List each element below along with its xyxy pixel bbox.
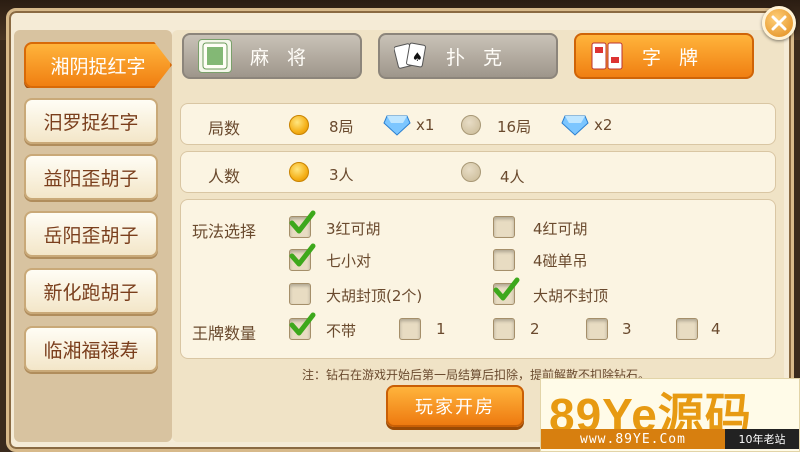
checkmark-icon (289, 210, 316, 234)
king-3-checkbox[interactable] (586, 318, 608, 340)
mahjong-tile-icon (198, 39, 232, 73)
rules-label: 玩法选择 (192, 222, 257, 241)
tab-poker-label: 扑克 (446, 46, 521, 69)
tab-zipai-label: 字牌 (642, 46, 717, 69)
rule-4hong-text: 4红可胡 (533, 220, 588, 238)
king-3-text: 3 (622, 320, 632, 338)
players-4-text: 4人 (500, 168, 525, 186)
tab-mahjong-label: 麻将 (250, 46, 325, 69)
rounds-16-radio[interactable] (461, 115, 481, 135)
diamond-icon (561, 115, 589, 136)
rule-3hong-checkbox[interactable] (289, 210, 316, 238)
rounds-label: 局数 (208, 119, 241, 138)
checkmark-icon (289, 312, 316, 336)
tab-zipai[interactable]: 字牌 (574, 33, 754, 79)
create-room-button[interactable]: 玩家开房 (386, 385, 524, 427)
players-4-radio[interactable] (461, 162, 481, 182)
tab-poker[interactable]: ♠ 扑克 (378, 33, 558, 79)
rule-4hong-checkbox[interactable] (493, 216, 515, 238)
players-label: 人数 (208, 167, 241, 186)
king-cards-label: 王牌数量 (192, 324, 257, 343)
watermark-url: www.89YE.Com (541, 429, 725, 449)
rule-4peng-checkbox[interactable] (493, 249, 515, 271)
players-3-radio[interactable] (289, 162, 309, 182)
diamond-icon (383, 115, 411, 136)
king-1-text: 1 (436, 320, 446, 338)
rounds-8-text: 8局 (329, 118, 354, 136)
rule-qixiaodui-text: 七小对 (326, 252, 372, 270)
close-button[interactable] (762, 6, 796, 40)
sidebar-item-miluo[interactable]: 汨罗捉红字 (24, 98, 158, 144)
sidebar-item-xiangyin[interactable]: 湘阴捉红字 (24, 42, 172, 88)
rule-3hong-text: 3红可胡 (326, 220, 381, 238)
rule-qixiaodui-checkbox[interactable] (289, 243, 316, 271)
rounds-16-cost: x2 (594, 116, 613, 134)
rule-4peng-text: 4碰单吊 (533, 252, 588, 270)
sidebar-item-xinhua[interactable]: 新化跑胡子 (24, 268, 158, 314)
rounds-8-radio[interactable] (289, 115, 309, 135)
king-none-checkbox[interactable] (289, 312, 316, 340)
zipai-cards-icon (590, 39, 624, 73)
watermark-tag: 10年老站 (725, 429, 799, 449)
checkmark-icon (289, 243, 316, 267)
sidebar-item-yiyang[interactable]: 益阳歪胡子 (24, 154, 158, 200)
king-2-text: 2 (530, 320, 540, 338)
king-4-checkbox[interactable] (676, 318, 698, 340)
close-icon (771, 15, 787, 31)
playing-cards-icon: ♠ (394, 39, 428, 73)
checkmark-icon (493, 277, 520, 301)
sidebar-item-yueyang[interactable]: 岳阳歪胡子 (24, 211, 158, 257)
rounds-8-cost: x1 (416, 116, 435, 134)
king-4-text: 4 (711, 320, 721, 338)
rule-cap2-text: 大胡封顶(2个) (326, 287, 423, 305)
king-1-checkbox[interactable] (399, 318, 421, 340)
game-type-sidebar: 湘阴捉红字 汨罗捉红字 益阳歪胡子 岳阳歪胡子 新化跑胡子 临湘福禄寿 (14, 30, 172, 442)
players-3-text: 3人 (329, 166, 354, 184)
rule-nocap-text: 大胡不封顶 (533, 287, 609, 305)
watermark-logo: 89Ye源码 www.89YE.Com 10年老站 (540, 378, 800, 452)
sidebar-item-linxiang[interactable]: 临湘福禄寿 (24, 326, 158, 372)
king-2-checkbox[interactable] (493, 318, 515, 340)
king-none-text: 不带 (326, 322, 357, 340)
rule-cap2-checkbox[interactable] (289, 283, 311, 305)
rule-nocap-checkbox[interactable] (493, 277, 520, 305)
tab-mahjong[interactable]: 麻将 (182, 33, 362, 79)
rounds-16-text: 16局 (497, 118, 532, 136)
svg-text:♠: ♠ (412, 50, 423, 64)
